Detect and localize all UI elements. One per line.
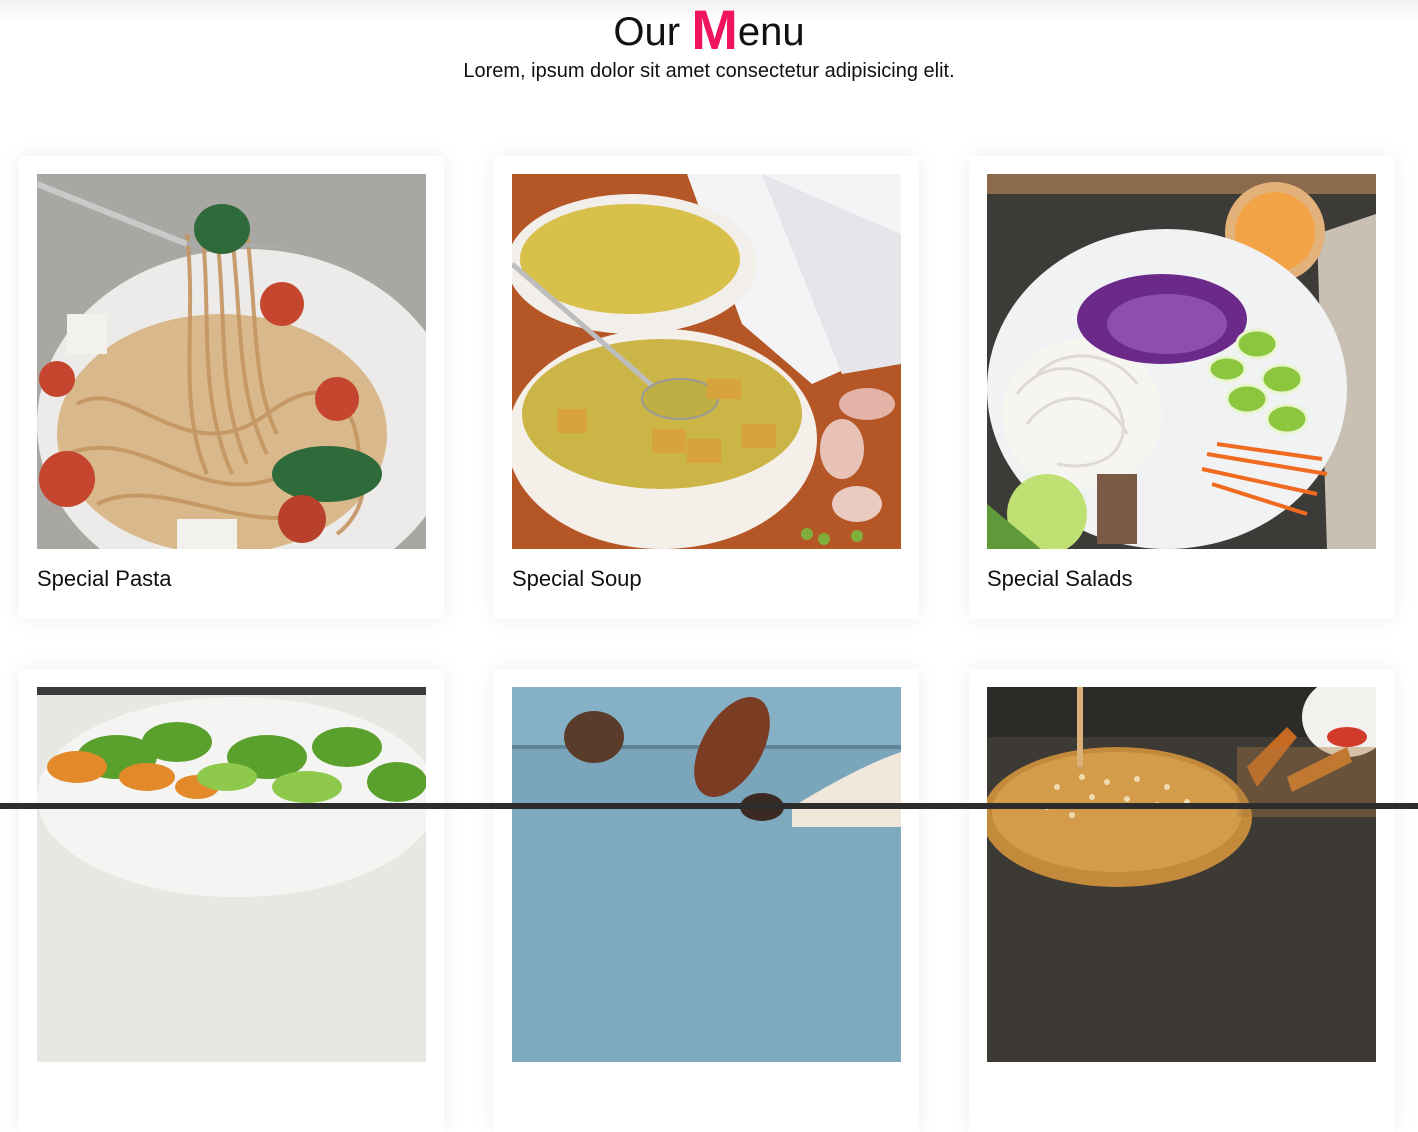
menu-card-green-salad[interactable] [19,669,444,1132]
soup-photo [512,174,901,549]
burger-photo [987,687,1376,1062]
menu-card-label: Special Salads [987,566,1133,591]
menu-card-salads[interactable]: Special Salads [969,156,1394,619]
page-title: Our Menu [0,0,1418,58]
menu-card-label: Special Soup [512,566,642,591]
menu-card-pasta[interactable]: Special Pasta [19,156,444,619]
title-accent-letter: M [691,0,738,61]
pasta-photo [37,174,426,549]
salad-photo [987,174,1376,549]
title-suffix: enu [737,10,805,54]
menu-card-rustic[interactable] [494,669,919,1132]
window-bottom-edge [0,803,1418,809]
menu-card-label: Special Pasta [37,566,172,591]
green-salad-photo [37,687,426,1062]
menu-header: Our Menu Lorem, ipsum dolor sit amet con… [0,0,1418,83]
page-subtitle: Lorem, ipsum dolor sit amet consectetur … [463,60,955,82]
wooden-table-photo [512,687,901,1062]
menu-card-burger[interactable] [969,669,1394,1132]
menu-card-soup[interactable]: Special Soup [494,156,919,619]
title-prefix: Our [613,10,692,54]
